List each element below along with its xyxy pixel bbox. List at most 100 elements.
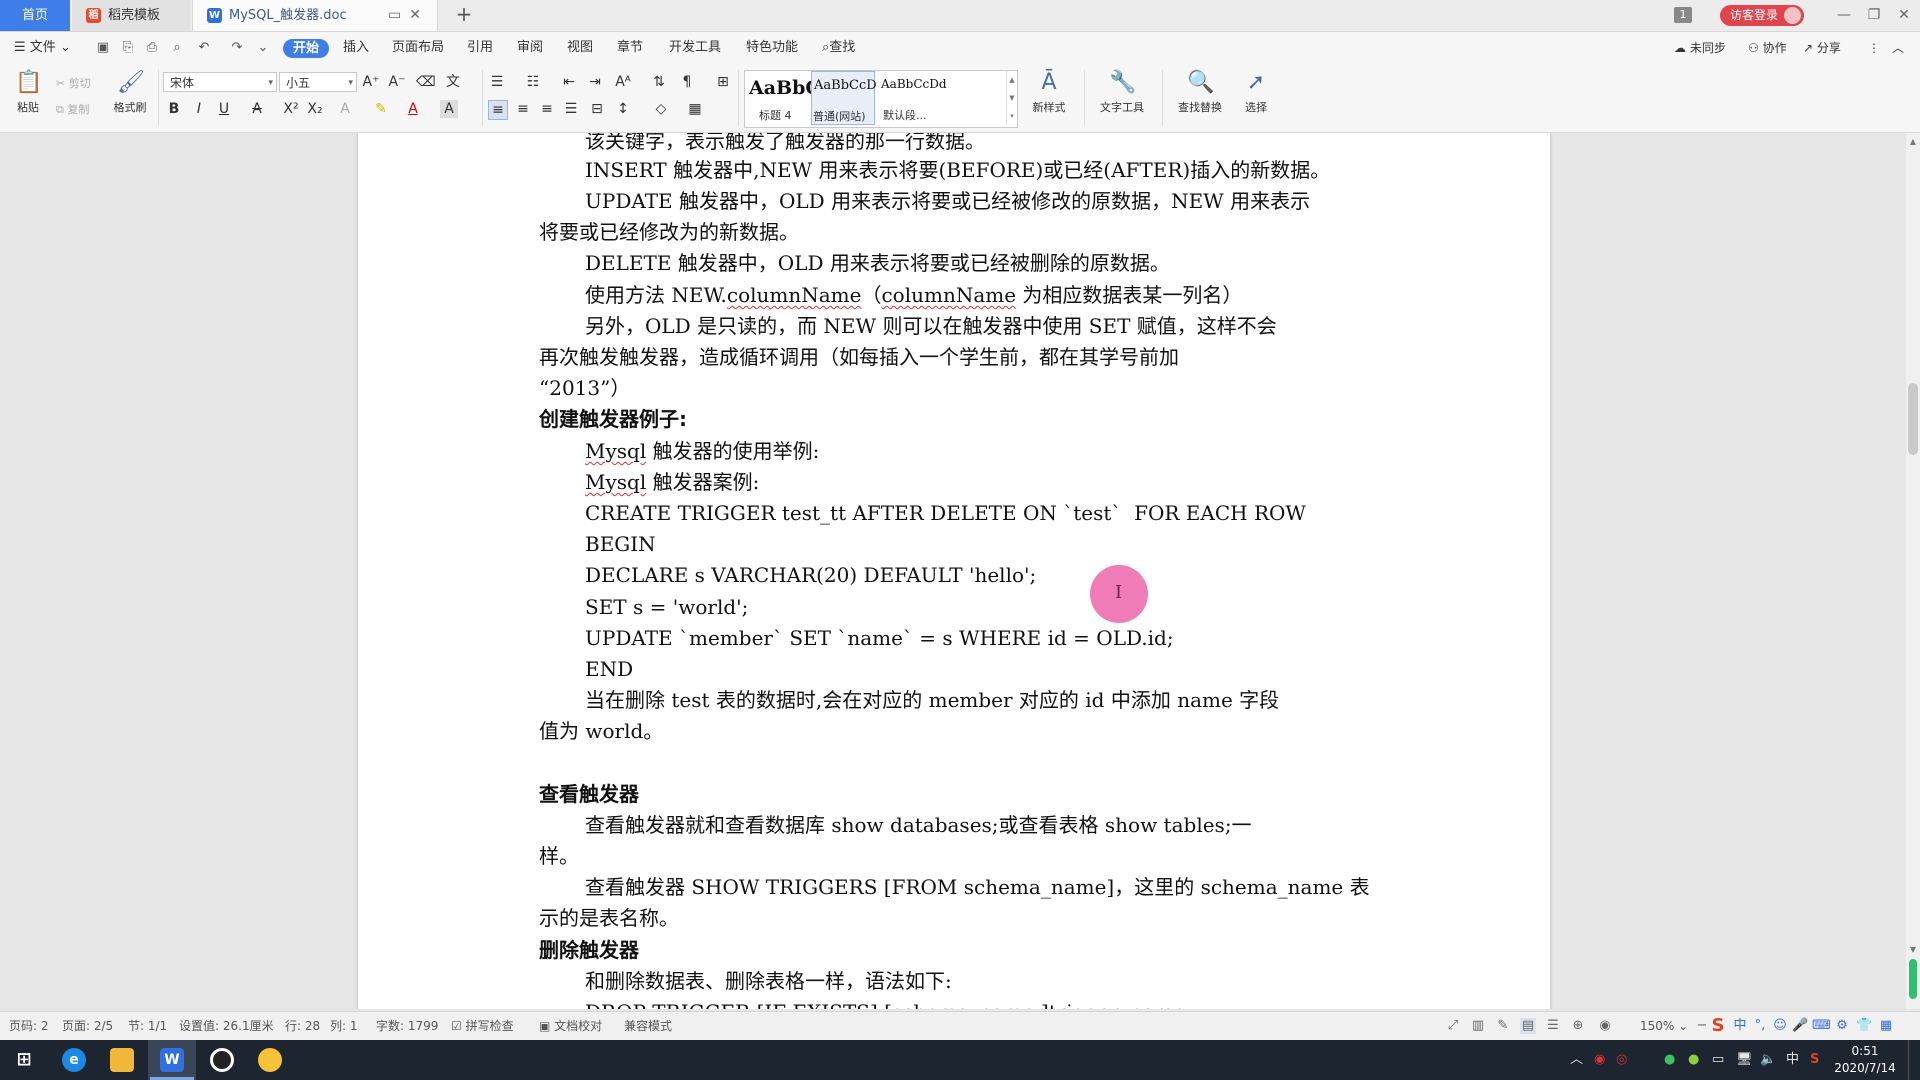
grow-font-icon[interactable]: A⁺: [362, 73, 380, 91]
bullet-list-icon[interactable]: ☰: [488, 73, 506, 91]
open-icon[interactable]: ⎘: [121, 41, 135, 55]
eye-protect-icon[interactable]: ◉: [1597, 1018, 1613, 1034]
ime-more-icon[interactable]: ▦: [1878, 1018, 1894, 1034]
status-col[interactable]: 列: 1: [330, 1012, 358, 1040]
phonetic-guide-icon[interactable]: 文: [444, 73, 462, 91]
subscript-icon[interactable]: X₂: [306, 100, 324, 118]
fullscreen-icon[interactable]: ⤢: [1445, 1018, 1461, 1034]
font-color-icon[interactable]: A: [404, 100, 422, 118]
menu-page-layout[interactable]: 页面布局: [392, 32, 444, 64]
tab-daoke-templates[interactable]: 稻 稻壳模板: [72, 0, 190, 31]
change-case-icon[interactable]: Aᴬ: [614, 73, 632, 91]
font-size-select[interactable]: 小五 ▾: [279, 72, 357, 92]
taskbar-explorer[interactable]: [98, 1040, 146, 1080]
menu-search[interactable]: ⌕查找: [822, 32, 855, 64]
status-setting[interactable]: 设置值: 26.1厘米: [179, 1012, 274, 1040]
file-menu[interactable]: ☰ 文件 ⌄: [14, 32, 71, 64]
more-options-icon[interactable]: ⋮: [1868, 32, 1880, 64]
align-center-icon[interactable]: ≡: [514, 100, 532, 118]
scrollbar-thumb[interactable]: [1908, 383, 1918, 455]
sort-icon[interactable]: ⇅: [650, 73, 668, 91]
align-right-icon[interactable]: ≡: [538, 100, 556, 118]
text-effect-icon[interactable]: A: [336, 100, 354, 118]
doc-proof-button[interactable]: ▣ 文档校对: [539, 1012, 602, 1040]
ime-chinese-icon[interactable]: 中: [1732, 1018, 1748, 1034]
collaborate-button[interactable]: ⚇ 协作: [1748, 32, 1787, 64]
notification-badge[interactable]: 1: [1674, 7, 1692, 23]
tab-document[interactable]: W MySQL_触发器.doc ▭✕: [192, 0, 438, 31]
taskbar-wps-writer[interactable]: W: [148, 1040, 196, 1080]
spell-check-button[interactable]: ☑ 拼写检查: [451, 1012, 514, 1040]
vertical-scrollbar[interactable]: ▲ ▼: [1906, 133, 1920, 1009]
table-grid-icon[interactable]: ⊞: [714, 73, 732, 91]
distribute-icon[interactable]: ⊟: [588, 100, 606, 118]
restore-button[interactable]: ❐: [1859, 0, 1889, 31]
quick-access-dropdown-icon[interactable]: ⌄: [256, 41, 270, 55]
system-clock[interactable]: 0:51 2020/7/14: [1830, 1043, 1900, 1077]
menu-insert[interactable]: 插入: [343, 32, 369, 64]
strikethrough-icon[interactable]: A: [248, 100, 266, 118]
menu-references[interactable]: 引用: [467, 32, 493, 64]
write-mode-icon[interactable]: ✎: [1495, 1018, 1511, 1034]
status-page[interactable]: 页面: 2/5: [62, 1012, 113, 1040]
document-area[interactable]: 该关键字，表示触发了触发器的那一行数据。 INSERT 触发器中,NEW 用来表…: [0, 133, 1906, 1009]
menu-special[interactable]: 特色功能: [746, 32, 798, 64]
status-section[interactable]: 节: 1/1: [128, 1012, 167, 1040]
network-icon[interactable]: 🖥: [1736, 1040, 1753, 1080]
tray-green-icon[interactable]: ●: [1688, 1040, 1699, 1080]
document-page[interactable]: 该关键字，表示触发了触发器的那一行数据。 INSERT 触发器中,NEW 用来表…: [358, 133, 1550, 1009]
menu-home[interactable]: 开始: [283, 39, 330, 58]
tray-record-icon[interactable]: ◉: [1594, 1040, 1605, 1080]
guest-login-button[interactable]: 访客登录: [1720, 5, 1804, 26]
bold-icon[interactable]: B: [165, 100, 183, 118]
shrink-font-icon[interactable]: A⁻: [388, 73, 406, 91]
start-button[interactable]: ⊞: [0, 1040, 48, 1080]
tab-close-icon[interactable]: ✕: [409, 7, 429, 23]
volume-icon[interactable]: 🔈: [1760, 1040, 1776, 1080]
shading-icon[interactable]: ◇: [652, 100, 670, 118]
italic-icon[interactable]: I: [190, 100, 208, 118]
minimize-button[interactable]: —: [1829, 0, 1859, 31]
copy-button[interactable]: ⧉ 复制: [56, 101, 89, 117]
find-replace-button[interactable]: 🔍 查找替换: [1170, 70, 1230, 115]
battery-icon[interactable]: ▭: [1712, 1040, 1724, 1080]
new-style-button[interactable]: Ā 新样式: [1024, 70, 1074, 115]
line-spacing-icon[interactable]: ↕: [614, 100, 632, 118]
print-preview-icon[interactable]: ⌕: [170, 41, 184, 55]
menu-chapter[interactable]: 章节: [617, 32, 643, 64]
save-icon[interactable]: ▣: [96, 41, 110, 55]
web-view-icon[interactable]: ⊕: [1570, 1018, 1586, 1034]
style-heading4[interactable]: AaBbC 标题 4: [745, 71, 821, 125]
scroll-down-icon[interactable]: ▼: [1906, 943, 1920, 957]
ime-skin-icon[interactable]: 👕: [1856, 1018, 1872, 1034]
superscript-icon[interactable]: X²: [282, 100, 300, 118]
align-left-icon[interactable]: ≡: [488, 100, 508, 120]
tab-home[interactable]: 首页: [0, 0, 70, 31]
sogou-ime-icon[interactable]: S: [1710, 1017, 1726, 1035]
taskbar-app-yellow[interactable]: [246, 1040, 294, 1080]
new-tab-button[interactable]: +: [452, 0, 476, 31]
ime-indicator[interactable]: 中: [1786, 1040, 1799, 1080]
show-desktop-button[interactable]: [1908, 1040, 1920, 1080]
highlight-icon[interactable]: ✎: [372, 100, 390, 118]
print-icon[interactable]: ⎙: [145, 41, 159, 55]
menu-review[interactable]: 审阅: [517, 32, 543, 64]
ime-emoji-icon[interactable]: ☺: [1772, 1018, 1788, 1034]
collapse-ribbon-icon[interactable]: ︿: [1892, 32, 1904, 64]
redo-icon[interactable]: ↷: [230, 41, 244, 55]
style-gallery-scroll[interactable]: ▲ ▼ ▾: [1006, 71, 1017, 125]
tab-pin-icon[interactable]: ▭: [388, 7, 409, 23]
select-button[interactable]: ➚ 选择: [1236, 70, 1276, 115]
outline-view-icon[interactable]: ☰: [1545, 1018, 1561, 1034]
style-default-para[interactable]: AaBbCcDd 默认段...: [877, 71, 1005, 125]
close-window-button[interactable]: ✕: [1889, 0, 1919, 31]
format-painter-button[interactable]: 🖌 格式刷: [108, 70, 152, 115]
borders-icon[interactable]: ▦: [686, 100, 704, 118]
tray-expand-icon[interactable]: ︿: [1570, 1040, 1583, 1080]
page-view-icon[interactable]: ▤: [1520, 1018, 1536, 1034]
justify-icon[interactable]: ☰: [562, 100, 580, 118]
zoom-level[interactable]: 150% ⌄: [1640, 1012, 1688, 1040]
sync-status[interactable]: ☁ 未同步: [1674, 32, 1726, 64]
wechat-icon[interactable]: ●: [1664, 1040, 1675, 1080]
style-normal-web[interactable]: AaBbCcD 普通(网站): [811, 71, 877, 125]
